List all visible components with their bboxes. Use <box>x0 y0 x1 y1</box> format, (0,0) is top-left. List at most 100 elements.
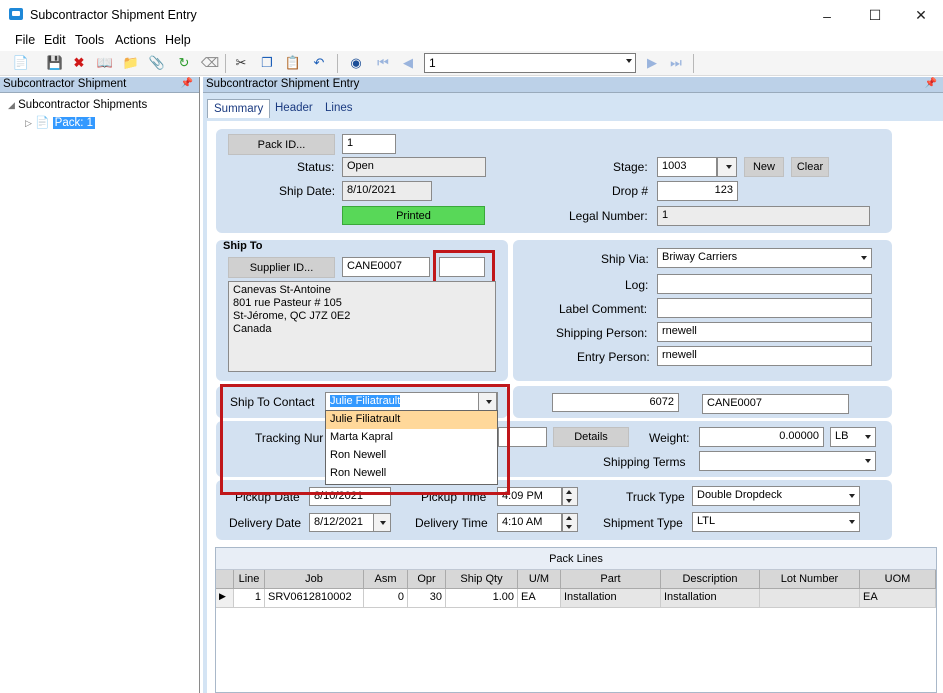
tab-summary[interactable]: Summary <box>207 99 271 118</box>
ship-via-label: Ship Via: <box>601 252 649 266</box>
details-button[interactable]: Details <box>553 427 629 447</box>
address-line: St-Jérome, QC J7Z 0E2 <box>233 310 351 322</box>
record-navigator[interactable]: 1 <box>424 53 636 73</box>
new-icon[interactable]: 📄 <box>12 54 30 72</box>
table-cell[interactable]: 1 <box>234 589 265 608</box>
table-cell[interactable]: 30 <box>408 589 446 608</box>
stage-dropdown-button[interactable] <box>717 157 737 177</box>
minimize-icon[interactable]: – <box>804 0 850 31</box>
pin-icon[interactable]: 📌 <box>925 78 937 89</box>
label-comment-label: Label Comment: <box>559 302 648 316</box>
chevron-down-icon <box>865 435 871 439</box>
attach-icon[interactable]: 📎 <box>148 54 166 72</box>
collapse-icon[interactable]: ◢ <box>8 100 15 110</box>
shipping-person-field[interactable]: rnewell <box>657 322 872 342</box>
column-header[interactable]: Description <box>661 570 760 589</box>
column-header[interactable]: Part <box>561 570 661 589</box>
column-header[interactable]: Opr <box>408 570 446 589</box>
contact-number-field[interactable]: 6072 <box>552 393 679 412</box>
supplier-id-button[interactable]: Supplier ID... <box>228 257 335 278</box>
delivery-time-field[interactable]: 4:10 AM <box>497 513 562 532</box>
paste-icon[interactable]: 📋 <box>284 54 302 72</box>
delete-icon[interactable]: ✖ <box>70 54 88 72</box>
clear-button[interactable]: Clear <box>791 157 829 177</box>
menu-actions[interactable]: Actions <box>115 33 156 47</box>
close-icon[interactable]: ✕ <box>898 0 943 31</box>
table-cell[interactable]: 1.00 <box>446 589 518 608</box>
last-record-icon[interactable]: ⏭ <box>667 54 685 72</box>
shipment-type-value: LTL <box>697 515 716 527</box>
copy-icon[interactable]: ❐ <box>258 54 276 72</box>
cut-icon[interactable]: ✂ <box>232 54 250 72</box>
stage-field[interactable]: 1003 <box>657 157 717 177</box>
binoculars-icon[interactable]: ◉ <box>347 54 365 72</box>
weight-field[interactable]: 0.00000 <box>699 427 824 447</box>
truck-type-value: Double Dropdeck <box>697 489 782 501</box>
highlight-box <box>220 384 510 495</box>
new-button[interactable]: New <box>744 157 784 177</box>
first-record-icon[interactable]: ⏮ <box>374 54 392 72</box>
folder-icon[interactable]: 📁 <box>122 54 140 72</box>
menu-help[interactable]: Help <box>165 33 191 47</box>
row-pointer-icon[interactable]: ▶ <box>216 589 234 608</box>
column-header[interactable]: Asm <box>364 570 408 589</box>
delivery-time-spinner[interactable] <box>562 513 578 532</box>
pin-icon[interactable]: 📌 <box>181 78 193 89</box>
refresh-icon[interactable]: ↻ <box>175 54 193 72</box>
entry-person-field[interactable]: rnewell <box>657 346 872 366</box>
arrow-down-icon <box>566 499 572 503</box>
eraser-icon[interactable]: ⌫ <box>201 54 219 72</box>
menu-file[interactable]: File <box>15 33 35 47</box>
tab-lines[interactable]: Lines <box>319 99 359 117</box>
drop-number-field[interactable]: 123 <box>657 181 738 201</box>
label-comment-field[interactable] <box>657 298 872 318</box>
delivery-date-dropdown[interactable] <box>373 513 391 532</box>
entry-person-label: Entry Person: <box>577 350 650 364</box>
previous-record-icon[interactable]: ◀ <box>399 54 417 72</box>
drop-number-label: Drop # <box>612 184 649 198</box>
table-cell[interactable]: EA <box>860 589 936 608</box>
tree-child[interactable]: ▷ 📄 Pack: 1 <box>25 115 96 129</box>
column-header[interactable]: Lot Number <box>760 570 860 589</box>
column-header[interactable]: U/M <box>518 570 561 589</box>
column-header[interactable]: Line <box>234 570 265 589</box>
weight-uom-select[interactable]: LB <box>830 427 876 447</box>
shipping-terms-select[interactable] <box>699 451 876 471</box>
table-cell[interactable]: Installation <box>661 589 760 608</box>
chevron-down-icon <box>626 59 632 63</box>
supplier-id-field[interactable]: CANE0007 <box>342 257 430 277</box>
table-cell[interactable]: EA <box>518 589 561 608</box>
pickup-time-spinner[interactable] <box>562 487 578 506</box>
weight-label: Weight: <box>649 431 690 445</box>
column-header[interactable]: Job <box>265 570 364 589</box>
table-cell[interactable]: 0 <box>364 589 408 608</box>
save-icon[interactable]: 💾 <box>46 54 64 72</box>
tree-root[interactable]: ◢ Subcontractor Shipments <box>8 99 147 111</box>
ship-via-select[interactable]: Briway Carriers <box>657 248 872 268</box>
delivery-date-label: Delivery Date <box>229 516 302 530</box>
ship-to-heading: Ship To <box>223 240 263 252</box>
book-icon[interactable]: 📖 <box>96 54 114 72</box>
ship-date-field: 8/10/2021 <box>342 181 432 201</box>
ship-via-value: Briway Carriers <box>662 251 738 263</box>
maximize-icon[interactable]: ☐ <box>852 0 898 31</box>
undo-icon[interactable]: ↶ <box>310 54 328 72</box>
chevron-down-icon <box>380 521 386 525</box>
table-cell[interactable]: SRV0612810002 <box>265 589 364 608</box>
column-header[interactable]: Ship Qty <box>446 570 518 589</box>
next-record-icon[interactable]: ▶ <box>643 54 661 72</box>
pack-id-field[interactable]: 1 <box>342 134 396 154</box>
column-header[interactable]: UOM <box>860 570 936 589</box>
table-cell[interactable] <box>760 589 860 608</box>
expand-icon[interactable]: ▷ <box>25 118 32 128</box>
table-cell[interactable]: Installation <box>561 589 661 608</box>
tab-header[interactable]: Header <box>269 99 319 117</box>
menu-tools[interactable]: Tools <box>75 33 104 47</box>
pack-id-button[interactable]: Pack ID... <box>228 134 335 155</box>
menu-edit[interactable]: Edit <box>44 33 66 47</box>
log-field[interactable] <box>657 274 872 294</box>
truck-type-select[interactable]: Double Dropdeck <box>692 486 860 506</box>
pack-lines-title: Pack Lines <box>216 548 936 570</box>
shipment-type-select[interactable]: LTL <box>692 512 860 532</box>
contact-supplier-field[interactable]: CANE0007 <box>702 394 849 414</box>
